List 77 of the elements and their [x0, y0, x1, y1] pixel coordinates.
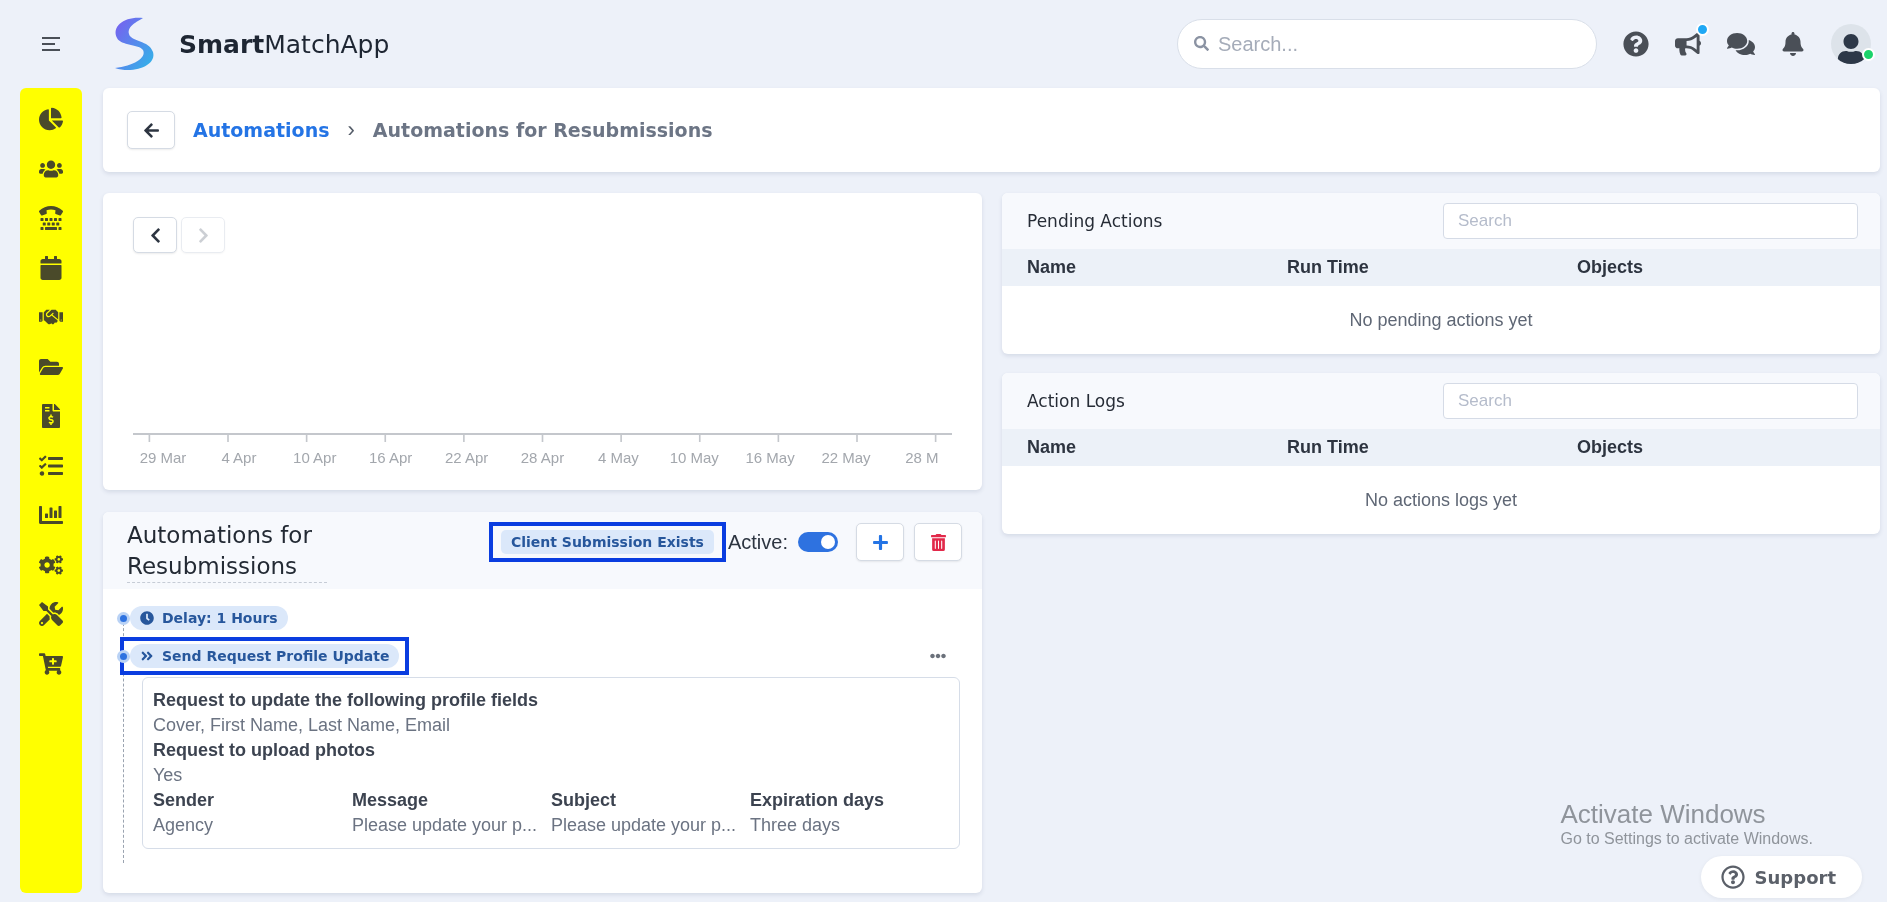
axis-label: 22 Apr — [443, 449, 490, 466]
pie-chart-icon[interactable] — [39, 107, 63, 131]
search-icon — [1194, 36, 1209, 51]
settings-icon[interactable] — [39, 552, 63, 577]
help-icon[interactable] — [1623, 31, 1649, 57]
double-chevron-icon — [140, 649, 154, 663]
search-field[interactable]: Search... — [1177, 19, 1597, 69]
axis-label: 4 Apr — [220, 449, 258, 466]
automation-title: Automations for Resubmissions — [127, 520, 327, 583]
empty-message: No actions logs yet — [1363, 488, 1519, 512]
tools-icon[interactable] — [39, 602, 63, 626]
axis-label: 4 May — [596, 449, 640, 466]
axis-label: 28 Apr — [519, 449, 566, 466]
axis-label: 22 May — [820, 449, 872, 466]
field-label: Subject — [551, 789, 617, 812]
step-bullet — [117, 649, 130, 663]
empty-message: No pending actions yet — [1348, 308, 1534, 332]
step-tag: Send Request Profile Update — [130, 644, 400, 668]
field-value: Three days — [750, 814, 842, 837]
axis-label: 16 May — [744, 449, 796, 466]
trigger-tag: Client Submission Exists — [500, 530, 714, 554]
trash-icon — [929, 533, 947, 551]
previous-button[interactable] — [133, 217, 177, 253]
bell-icon[interactable] — [1781, 32, 1805, 56]
column-header: Objects — [1577, 437, 1645, 458]
menu-icon[interactable] — [41, 37, 62, 51]
panel-title: Pending Actions — [1027, 211, 1163, 231]
field-label: Request to upload photos — [153, 739, 376, 762]
step-tag: Delay: 1 Hours — [130, 606, 288, 630]
axis-label: 16 Apr — [368, 449, 414, 466]
plus-icon — [871, 533, 889, 551]
field-label: Expiration days — [750, 789, 886, 812]
field-value: Cover, First Name, Last Name, Email — [153, 714, 452, 737]
axis-label: 10 May — [668, 449, 720, 466]
active-label: Active: — [727, 530, 788, 554]
axis-label: 10 Apr — [292, 449, 338, 466]
axis-label: 28 M — [904, 449, 940, 466]
axis-label: 29 Mar — [138, 449, 188, 466]
avatar[interactable] — [1831, 24, 1871, 64]
field-value: Please update your p... — [551, 814, 738, 837]
clock-icon — [140, 611, 154, 625]
search-field[interactable]: Search — [1443, 383, 1858, 419]
add-button[interactable] — [856, 523, 904, 561]
field-value: Please update your p... — [352, 814, 539, 837]
search-field[interactable]: Search — [1443, 203, 1858, 239]
brand-name: SmartMatchApp — [179, 29, 390, 59]
field-value: Yes — [153, 764, 184, 787]
telephone-icon[interactable] — [39, 206, 63, 230]
checklist-icon[interactable] — [39, 453, 63, 478]
field-label: Sender — [153, 789, 216, 812]
delete-button[interactable] — [914, 523, 962, 561]
arrow-left-icon — [142, 121, 160, 139]
active-toggle[interactable] — [798, 532, 838, 552]
column-header: Name — [1027, 437, 1078, 458]
cart-plus-icon[interactable] — [39, 651, 63, 676]
panel-title: Action Logs — [1027, 391, 1125, 411]
megaphone-icon[interactable] — [1675, 31, 1701, 57]
breadcrumb-separator: › — [347, 117, 355, 143]
column-header: Run Time — [1287, 437, 1370, 458]
help-icon — [1720, 865, 1745, 889]
field-value: Agency — [153, 814, 215, 837]
column-header: Name — [1027, 257, 1078, 278]
step-bullet — [117, 611, 130, 625]
column-header: Run Time — [1287, 257, 1370, 278]
activation-text: Go to Settings to activate Windows. — [1560, 830, 1813, 848]
support-button[interactable]: Support — [1700, 856, 1862, 898]
activation-title: Activate Windows — [1560, 799, 1767, 830]
breadcrumb-link[interactable]: Automations — [193, 119, 330, 141]
chat-icon[interactable] — [1727, 30, 1755, 58]
column-header: Objects — [1577, 257, 1645, 278]
field-label: Message — [352, 789, 430, 812]
breadcrumb-current: Automations for Resubmissions — [372, 119, 713, 141]
bar-chart-icon[interactable] — [39, 503, 63, 527]
invoice-icon[interactable] — [39, 404, 63, 428]
back-button[interactable] — [127, 111, 175, 149]
field-label: Request to update the following profile fields — [153, 689, 539, 712]
calendar-icon[interactable] — [39, 255, 63, 280]
